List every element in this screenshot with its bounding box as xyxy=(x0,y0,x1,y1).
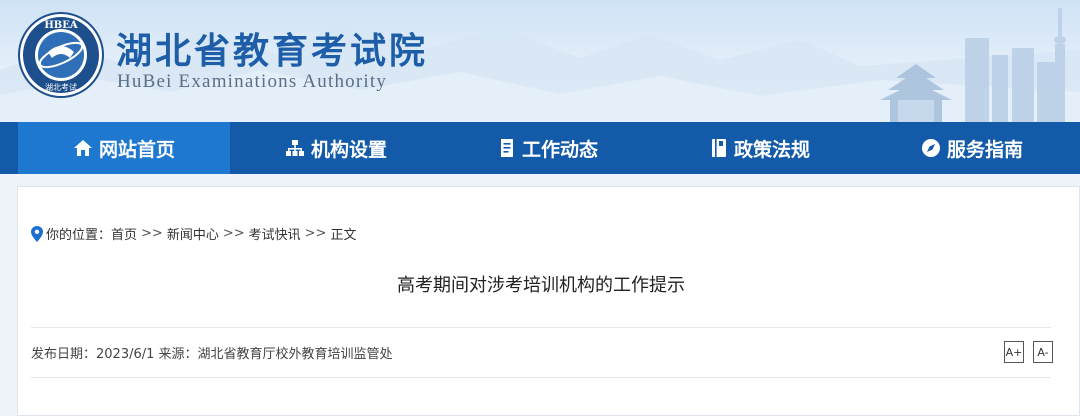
article-panel: 你的位置： 首页 >> 新闻中心 >> 考试快讯 >> 正文 高考期间对涉考培训… xyxy=(17,186,1080,416)
breadcrumb-home[interactable]: 首页 xyxy=(111,224,137,243)
hbea-logo-icon: HBEA 湖北考试 xyxy=(18,12,104,98)
article-meta: 发布日期：2023/6/1 来源：湖北省教育厅校外教育培训监管处 xyxy=(31,347,393,362)
font-increase-button[interactable]: A+ xyxy=(1004,341,1024,363)
main-nav: 网站首页 机构设置 工作动态 政策法规 服务指南 xyxy=(0,122,1080,174)
nav-label-work-news: 工作动态 xyxy=(521,138,598,161)
site-title: 湖北省教育考试院 xyxy=(116,30,429,72)
nav-item-policy[interactable]: 政策法规 xyxy=(654,122,866,174)
document-icon xyxy=(500,139,513,157)
breadcrumb-news-center[interactable]: 新闻中心 xyxy=(167,224,219,243)
breadcrumb-separator: >> xyxy=(222,226,245,241)
nav-label-policy: 政策法规 xyxy=(733,138,810,161)
nav-label-service-guide: 服务指南 xyxy=(946,138,1023,161)
location-pin-icon xyxy=(31,225,43,242)
site-header: HBEA 湖北考试 湖北省教育考试院 HuBei Examinations Au… xyxy=(0,0,1080,122)
nav-item-home[interactable]: 网站首页 xyxy=(18,122,230,174)
home-icon xyxy=(73,140,92,156)
font-decrease-button[interactable]: A- xyxy=(1033,341,1053,363)
font-size-controls: A+ A- xyxy=(1004,341,1053,363)
article-title: 高考期间对涉考培训机构的工作提示 xyxy=(397,275,685,296)
nav-label-home: 网站首页 xyxy=(98,138,175,161)
breadcrumb-separator: >> xyxy=(304,226,327,241)
city-skyline-icon xyxy=(880,8,1066,122)
breadcrumb: 你的位置： 首页 >> 新闻中心 >> 考试快讯 >> 正文 xyxy=(31,224,356,243)
breadcrumb-separator: >> xyxy=(141,226,163,241)
meta-divider xyxy=(31,377,1051,378)
title-divider xyxy=(31,327,1051,328)
nav-item-work-news[interactable]: 工作动态 xyxy=(442,122,654,174)
book-icon xyxy=(711,139,726,157)
breadcrumb-exam-news[interactable]: 考试快讯 xyxy=(249,224,301,243)
compass-icon xyxy=(921,139,940,157)
logo-bottom-text: 湖北考试 xyxy=(45,82,77,92)
breadcrumb-current: 正文 xyxy=(330,228,357,243)
nav-item-organization[interactable]: 机构设置 xyxy=(230,122,442,174)
logo-ring-text: HBEA xyxy=(44,20,78,31)
sitemap-icon xyxy=(285,140,304,156)
nav-label-organization: 机构设置 xyxy=(310,138,387,161)
breadcrumb-prefix: 你的位置： xyxy=(46,228,112,243)
nav-item-service-guide[interactable]: 服务指南 xyxy=(866,122,1078,174)
site-subtitle: HuBei Examinations Authority xyxy=(117,71,388,92)
